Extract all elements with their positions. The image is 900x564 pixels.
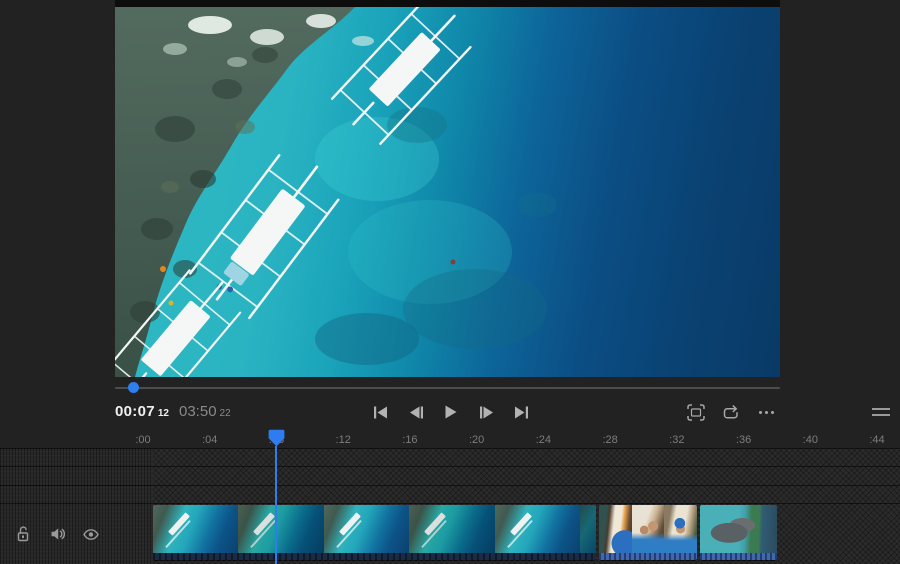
audio-waveform [599,553,697,560]
skip-to-end-button[interactable] [508,400,534,424]
fullscreen-button[interactable] [684,401,708,423]
playhead-handle[interactable] [268,429,285,452]
video-preview[interactable] [115,7,780,377]
clip-thumbnail [599,505,632,553]
clip-1-aerial-boats[interactable] [153,505,596,560]
video-letterbox-bar [115,0,780,7]
timecode-current: 00:07 [115,403,155,420]
panel-menu-button[interactable] [872,404,892,418]
clip-3-coastline[interactable] [700,505,777,560]
clip-thumbnail [409,505,494,553]
app-window: 00:07 12 03:50 22 [0,0,900,564]
more-options-icon [759,411,762,414]
ruler-label: :04 [202,434,217,446]
ruler-label: :28 [602,434,617,446]
loop-button[interactable] [719,401,743,423]
track-lock-button[interactable] [14,525,32,543]
clip-thumbnail [632,505,665,553]
ruler-label: :16 [402,434,417,446]
visibility-icon [83,529,99,540]
ruler-label: :00 [135,434,150,446]
clip-thumbnails [599,505,697,553]
play-icon [445,405,457,419]
audio-icon [50,527,65,541]
step-forward-icon [480,406,493,419]
clip-2-people-selfie[interactable] [599,505,697,560]
timecode-current-frames: 12 [158,408,169,419]
playhead-marker-icon [268,429,285,447]
ruler-label: :40 [803,434,818,446]
panel-menu-icon [872,408,890,410]
clip-thumbnail [664,505,697,553]
clip-thumbnail [238,505,323,553]
more-options-button[interactable] [754,401,778,423]
track-audio-button[interactable] [48,525,66,543]
clip-thumbnails [153,505,596,553]
ruler-label: :32 [669,434,684,446]
skip-to-start-icon [374,406,388,419]
step-back-icon [410,406,423,419]
ruler-label: :36 [736,434,751,446]
ruler-label: :20 [469,434,484,446]
unlock-icon [16,526,30,542]
track-visibility-button[interactable] [82,525,100,543]
timeline-ruler[interactable]: :00 :04 :08 :12 :16 :20 :24 :28 :32 :36 … [0,428,900,448]
clip-thumbnails [700,505,777,553]
preview-scrubber-track[interactable] [115,387,780,389]
video-frame-graphic [115,7,780,377]
clip-thumbnail [495,505,580,553]
ruler-label: :12 [336,434,351,446]
fullscreen-icon [687,404,705,421]
skip-to-end-icon [514,406,528,419]
preview-scrubber-handle[interactable] [128,382,139,393]
ruler-label: :44 [869,434,884,446]
step-forward-button[interactable] [473,400,499,424]
timecode-display: 00:07 12 03:50 22 [115,403,231,423]
loop-icon [722,404,740,421]
audio-waveform [153,553,596,560]
timecode-duration-frames: 22 [220,408,231,419]
clip-thumbnail [580,505,596,553]
skip-to-start-button[interactable] [368,400,394,424]
timecode-duration: 03:50 [179,403,217,420]
step-back-button[interactable] [403,400,429,424]
clip-thumbnail [700,505,777,553]
audio-waveform [700,553,777,560]
clip-thumbnail [324,505,409,553]
playhead-line [275,446,277,564]
ruler-label: :24 [536,434,551,446]
clip-thumbnail [153,505,238,553]
play-button[interactable] [438,400,464,424]
